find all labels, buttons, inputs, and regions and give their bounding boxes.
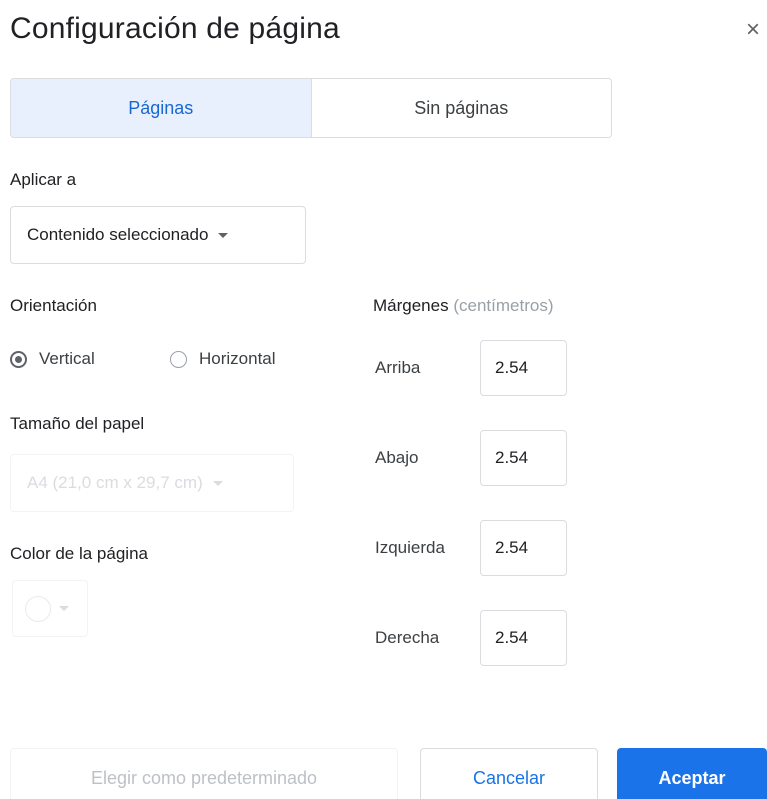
radio-checked-icon (10, 350, 27, 368)
margins-unit: (centímetros) (453, 296, 554, 315)
close-icon[interactable]: × (746, 18, 760, 42)
radio-vertical[interactable]: Vertical (10, 349, 95, 369)
set-default-button[interactable]: Elegir como predeterminado (10, 748, 398, 799)
margins-label: Márgenes (centímetros) (373, 296, 553, 316)
margin-left-input[interactable]: 2.54 (480, 520, 567, 576)
radio-horizontal[interactable]: Horizontal (170, 349, 276, 369)
color-swatch-icon (25, 595, 51, 622)
margin-top-input[interactable]: 2.54 (480, 340, 567, 396)
paper-size-dropdown[interactable]: A4 (21,0 cm x 29,7 cm) (10, 454, 294, 512)
margin-bottom-input[interactable]: 2.54 (480, 430, 567, 486)
page-color-label: Color de la página (10, 544, 148, 563)
margin-left-label: Izquierda (375, 538, 445, 557)
radio-vertical-label: Vertical (39, 349, 95, 368)
margin-right-label: Derecha (375, 628, 440, 647)
paper-size-label: Tamaño del papel (10, 414, 145, 433)
margin-bottom-label: Abajo (375, 448, 419, 467)
tab-pageless[interactable]: Sin páginas (311, 79, 611, 137)
radio-unchecked-icon (170, 350, 187, 368)
apply-to-value: Contenido seleccionado (27, 225, 209, 244)
chevron-down-icon (59, 606, 69, 611)
margin-right-input[interactable]: 2.54 (480, 610, 567, 666)
apply-to-label: Aplicar a (10, 170, 77, 189)
chevron-down-icon (218, 232, 229, 238)
margin-top-label: Arriba (375, 358, 421, 377)
page-color-picker[interactable] (12, 580, 88, 637)
orientation-label: Orientación (10, 296, 97, 315)
paper-size-value: A4 (21,0 cm x 29,7 cm) (27, 473, 203, 492)
dialog-title: Configuración de página (10, 12, 340, 45)
radio-horizontal-label: Horizontal (199, 349, 276, 368)
chevron-down-icon (212, 480, 223, 486)
apply-to-dropdown[interactable]: Contenido seleccionado (10, 206, 306, 264)
cancel-button[interactable]: Cancelar (420, 748, 598, 799)
margins-title: Márgenes (373, 296, 449, 315)
ok-button[interactable]: Aceptar (617, 748, 767, 799)
tab-pages[interactable]: Páginas (11, 79, 312, 137)
pagination-toggle: Páginas Sin páginas (10, 78, 612, 138)
